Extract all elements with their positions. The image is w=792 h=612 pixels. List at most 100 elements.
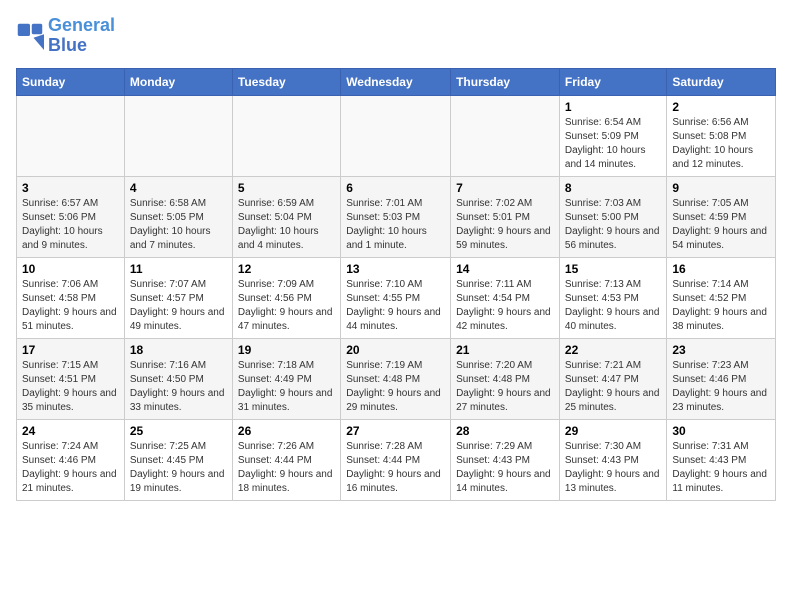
day-info: Sunrise: 7:10 AM Sunset: 4:55 PM Dayligh… — [346, 278, 445, 334]
calendar-cell: 15 Sunrise: 7:13 AM Sunset: 4:53 PM Dayli… — [559, 257, 666, 338]
day-number: 18 — [130, 343, 227, 357]
day-number: 5 — [238, 181, 335, 195]
day-number: 3 — [22, 181, 119, 195]
calendar-cell — [17, 95, 125, 176]
day-info: Sunrise: 7:18 AM Sunset: 4:49 PM Dayligh… — [238, 359, 335, 415]
day-number: 21 — [456, 343, 554, 357]
day-number: 29 — [565, 424, 661, 438]
calendar-cell: 20 Sunrise: 7:19 AM Sunset: 4:48 PM Dayli… — [341, 338, 451, 419]
day-info: Sunrise: 7:26 AM Sunset: 4:44 PM Dayligh… — [238, 440, 335, 496]
day-number: 27 — [346, 424, 445, 438]
day-info: Sunrise: 7:05 AM Sunset: 4:59 PM Dayligh… — [672, 197, 770, 253]
day-number: 28 — [456, 424, 554, 438]
calendar-cell: 13 Sunrise: 7:10 AM Sunset: 4:55 PM Dayli… — [341, 257, 451, 338]
col-header-friday: Friday — [559, 68, 666, 95]
day-info: Sunrise: 7:29 AM Sunset: 4:43 PM Dayligh… — [456, 440, 554, 496]
day-info: Sunrise: 7:02 AM Sunset: 5:01 PM Dayligh… — [456, 197, 554, 253]
day-info: Sunrise: 7:13 AM Sunset: 4:53 PM Dayligh… — [565, 278, 661, 334]
day-info: Sunrise: 7:14 AM Sunset: 4:52 PM Dayligh… — [672, 278, 770, 334]
day-number: 1 — [565, 100, 661, 114]
day-info: Sunrise: 7:11 AM Sunset: 4:54 PM Dayligh… — [456, 278, 554, 334]
day-number: 12 — [238, 262, 335, 276]
day-number: 13 — [346, 262, 445, 276]
logo: General Blue — [16, 16, 115, 56]
day-number: 6 — [346, 181, 445, 195]
calendar-cell — [124, 95, 232, 176]
day-info: Sunrise: 7:23 AM Sunset: 4:46 PM Dayligh… — [672, 359, 770, 415]
calendar-cell: 2 Sunrise: 6:56 AM Sunset: 5:08 PM Daylig… — [667, 95, 776, 176]
day-number: 26 — [238, 424, 335, 438]
col-header-thursday: Thursday — [451, 68, 560, 95]
day-number: 11 — [130, 262, 227, 276]
day-info: Sunrise: 7:21 AM Sunset: 4:47 PM Dayligh… — [565, 359, 661, 415]
day-number: 9 — [672, 181, 770, 195]
calendar-cell: 30Sunrise: 7:31 AM Sunset: 4:43 PM Dayli… — [667, 419, 776, 500]
day-number: 14 — [456, 262, 554, 276]
calendar-table: SundayMondayTuesdayWednesdayThursdayFrid… — [16, 68, 776, 501]
col-header-saturday: Saturday — [667, 68, 776, 95]
calendar-cell: 28 Sunrise: 7:29 AM Sunset: 4:43 PM Dayli… — [451, 419, 560, 500]
calendar-cell — [341, 95, 451, 176]
calendar-cell: 23 Sunrise: 7:23 AM Sunset: 4:46 PM Dayli… — [667, 338, 776, 419]
day-info: Sunrise: 7:19 AM Sunset: 4:48 PM Dayligh… — [346, 359, 445, 415]
calendar-cell: 19 Sunrise: 7:18 AM Sunset: 4:49 PM Dayli… — [232, 338, 340, 419]
day-number: 16 — [672, 262, 770, 276]
calendar-cell: 29 Sunrise: 7:30 AM Sunset: 4:43 PM Dayli… — [559, 419, 666, 500]
calendar-cell: 5 Sunrise: 6:59 AM Sunset: 5:04 PM Daylig… — [232, 176, 340, 257]
day-info: Sunrise: 7:30 AM Sunset: 4:43 PM Dayligh… — [565, 440, 661, 496]
day-number: 4 — [130, 181, 227, 195]
calendar-cell: 11 Sunrise: 7:07 AM Sunset: 4:57 PM Dayli… — [124, 257, 232, 338]
day-info: Sunrise: 6:56 AM Sunset: 5:08 PM Dayligh… — [672, 116, 770, 172]
day-number: 22 — [565, 343, 661, 357]
calendar-cell: 3 Sunrise: 6:57 AM Sunset: 5:06 PM Daylig… — [17, 176, 125, 257]
day-info: Sunrise: 7:06 AM Sunset: 4:58 PM Dayligh… — [22, 278, 119, 334]
col-header-monday: Monday — [124, 68, 232, 95]
day-info: Sunrise: 6:59 AM Sunset: 5:04 PM Dayligh… — [238, 197, 335, 253]
col-header-wednesday: Wednesday — [341, 68, 451, 95]
calendar-cell: 24 Sunrise: 7:24 AM Sunset: 4:46 PM Dayli… — [17, 419, 125, 500]
calendar-cell: 16 Sunrise: 7:14 AM Sunset: 4:52 PM Dayli… — [667, 257, 776, 338]
calendar-cell: 17Sunrise: 7:15 AM Sunset: 4:51 PM Dayli… — [17, 338, 125, 419]
day-info: Sunrise: 7:24 AM Sunset: 4:46 PM Dayligh… — [22, 440, 119, 496]
calendar-cell: 1 Sunrise: 6:54 AM Sunset: 5:09 PM Daylig… — [559, 95, 666, 176]
calendar-cell: 9 Sunrise: 7:05 AM Sunset: 4:59 PM Daylig… — [667, 176, 776, 257]
logo-icon — [16, 22, 44, 50]
day-number: 8 — [565, 181, 661, 195]
day-info: Sunrise: 7:28 AM Sunset: 4:44 PM Dayligh… — [346, 440, 445, 496]
day-info: Sunrise: 7:20 AM Sunset: 4:48 PM Dayligh… — [456, 359, 554, 415]
col-header-sunday: Sunday — [17, 68, 125, 95]
day-info: Sunrise: 7:09 AM Sunset: 4:56 PM Dayligh… — [238, 278, 335, 334]
calendar-cell: 4Sunrise: 6:58 AM Sunset: 5:05 PM Daylig… — [124, 176, 232, 257]
calendar-cell: 7Sunrise: 7:02 AM Sunset: 5:01 PM Daylig… — [451, 176, 560, 257]
calendar-cell: 25 Sunrise: 7:25 AM Sunset: 4:45 PM Dayli… — [124, 419, 232, 500]
day-number: 20 — [346, 343, 445, 357]
day-number: 25 — [130, 424, 227, 438]
day-number: 2 — [672, 100, 770, 114]
day-info: Sunrise: 7:07 AM Sunset: 4:57 PM Dayligh… — [130, 278, 227, 334]
day-info: Sunrise: 6:54 AM Sunset: 5:09 PM Dayligh… — [565, 116, 661, 172]
page-header: General Blue — [16, 16, 776, 56]
calendar-cell — [232, 95, 340, 176]
day-info: Sunrise: 7:03 AM Sunset: 5:00 PM Dayligh… — [565, 197, 661, 253]
day-info: Sunrise: 7:31 AM Sunset: 4:43 PM Dayligh… — [672, 440, 770, 496]
day-info: Sunrise: 7:16 AM Sunset: 4:50 PM Dayligh… — [130, 359, 227, 415]
day-info: Sunrise: 6:57 AM Sunset: 5:06 PM Dayligh… — [22, 197, 119, 253]
day-number: 10 — [22, 262, 119, 276]
day-number: 23 — [672, 343, 770, 357]
calendar-cell — [451, 95, 560, 176]
calendar-cell: 14 Sunrise: 7:11 AM Sunset: 4:54 PM Dayli… — [451, 257, 560, 338]
calendar-cell: 8 Sunrise: 7:03 AM Sunset: 5:00 PM Daylig… — [559, 176, 666, 257]
calendar-cell: 18 Sunrise: 7:16 AM Sunset: 4:50 PM Dayli… — [124, 338, 232, 419]
day-number: 15 — [565, 262, 661, 276]
logo-text: General Blue — [48, 16, 115, 56]
day-number: 19 — [238, 343, 335, 357]
calendar-cell: 26 Sunrise: 7:26 AM Sunset: 4:44 PM Dayli… — [232, 419, 340, 500]
day-number: 24 — [22, 424, 119, 438]
col-header-tuesday: Tuesday — [232, 68, 340, 95]
calendar-cell: 10 Sunrise: 7:06 AM Sunset: 4:58 PM Dayli… — [17, 257, 125, 338]
calendar-cell: 22 Sunrise: 7:21 AM Sunset: 4:47 PM Dayli… — [559, 338, 666, 419]
day-info: Sunrise: 7:01 AM Sunset: 5:03 PM Dayligh… — [346, 197, 445, 253]
calendar-cell: 12 Sunrise: 7:09 AM Sunset: 4:56 PM Dayli… — [232, 257, 340, 338]
day-number: 17 — [22, 343, 119, 357]
day-info: Sunrise: 7:25 AM Sunset: 4:45 PM Dayligh… — [130, 440, 227, 496]
